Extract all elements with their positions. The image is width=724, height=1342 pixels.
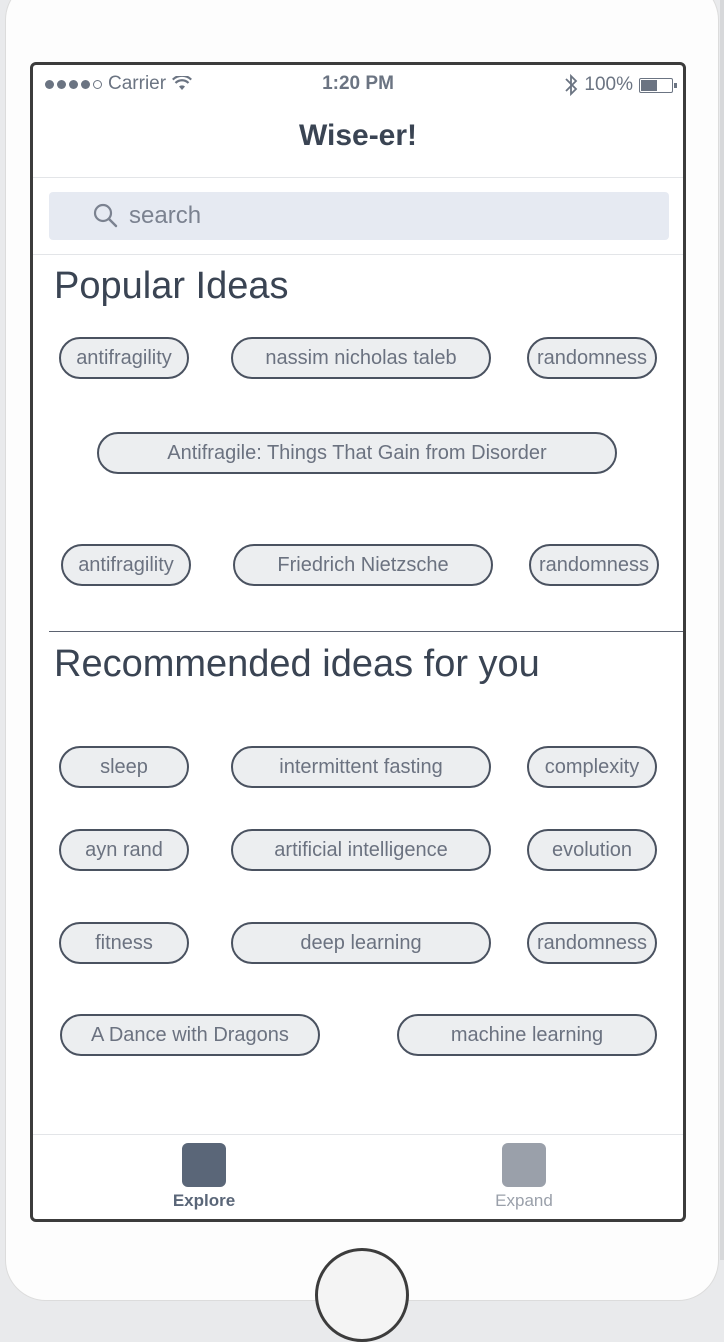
recommended-chip[interactable]: intermittent fasting — [231, 746, 491, 788]
search-icon — [93, 203, 119, 229]
battery-icon — [639, 77, 677, 93]
search-input[interactable] — [127, 201, 611, 231]
popular-chip[interactable]: randomness — [527, 337, 657, 379]
side-edge — [720, 0, 724, 1260]
recommended-chip[interactable]: complexity — [527, 746, 657, 788]
recommended-ideas-title: Recommended ideas for you — [54, 643, 540, 685]
popular-ideas-title: Popular Ideas — [54, 265, 289, 307]
recommended-chip[interactable]: deep learning — [231, 922, 491, 964]
recommended-chip[interactable]: artificial intelligence — [231, 829, 491, 871]
battery-percent: 100% — [584, 74, 633, 95]
tab-explore[interactable]: Explore — [144, 1143, 264, 1211]
header-divider — [33, 177, 683, 178]
home-button[interactable] — [315, 1248, 409, 1342]
recommended-chip[interactable]: evolution — [527, 829, 657, 871]
popular-chip[interactable]: Friedrich Nietzsche — [233, 544, 493, 586]
tab-bar: Explore Expand — [33, 1135, 683, 1219]
recommended-chip[interactable]: A Dance with Dragons — [60, 1014, 320, 1056]
section-divider — [49, 631, 683, 632]
popular-chip[interactable]: antifragility — [59, 337, 189, 379]
popular-chip[interactable]: randomness — [529, 544, 659, 586]
recommended-chip[interactable]: ayn rand — [59, 829, 189, 871]
popular-chip[interactable]: Antifragile: Things That Gain from Disor… — [97, 432, 617, 474]
recommended-chip[interactable]: machine learning — [397, 1014, 657, 1056]
search-divider — [33, 254, 683, 255]
page-title: Wise-er! — [298, 119, 418, 152]
expand-icon — [502, 1143, 546, 1187]
phone-screen: Carrier 1:20 PM 100% Wise-er! Popul — [30, 62, 686, 1222]
recommended-chip[interactable]: randomness — [527, 922, 657, 964]
tab-explore-label: Explore — [172, 1191, 236, 1210]
recommended-chip[interactable]: sleep — [59, 746, 189, 788]
popular-chip[interactable]: nassim nicholas taleb — [231, 337, 491, 379]
popular-chip[interactable]: antifragility — [61, 544, 191, 586]
search-bar[interactable] — [49, 192, 669, 240]
bluetooth-icon — [565, 73, 578, 97]
status-bar: Carrier 1:20 PM 100% — [33, 65, 683, 103]
recommended-chip[interactable]: fitness — [59, 922, 189, 964]
tab-expand[interactable]: Expand — [464, 1143, 584, 1211]
tab-expand-label: Expand — [495, 1191, 553, 1210]
explore-icon — [182, 1143, 226, 1187]
